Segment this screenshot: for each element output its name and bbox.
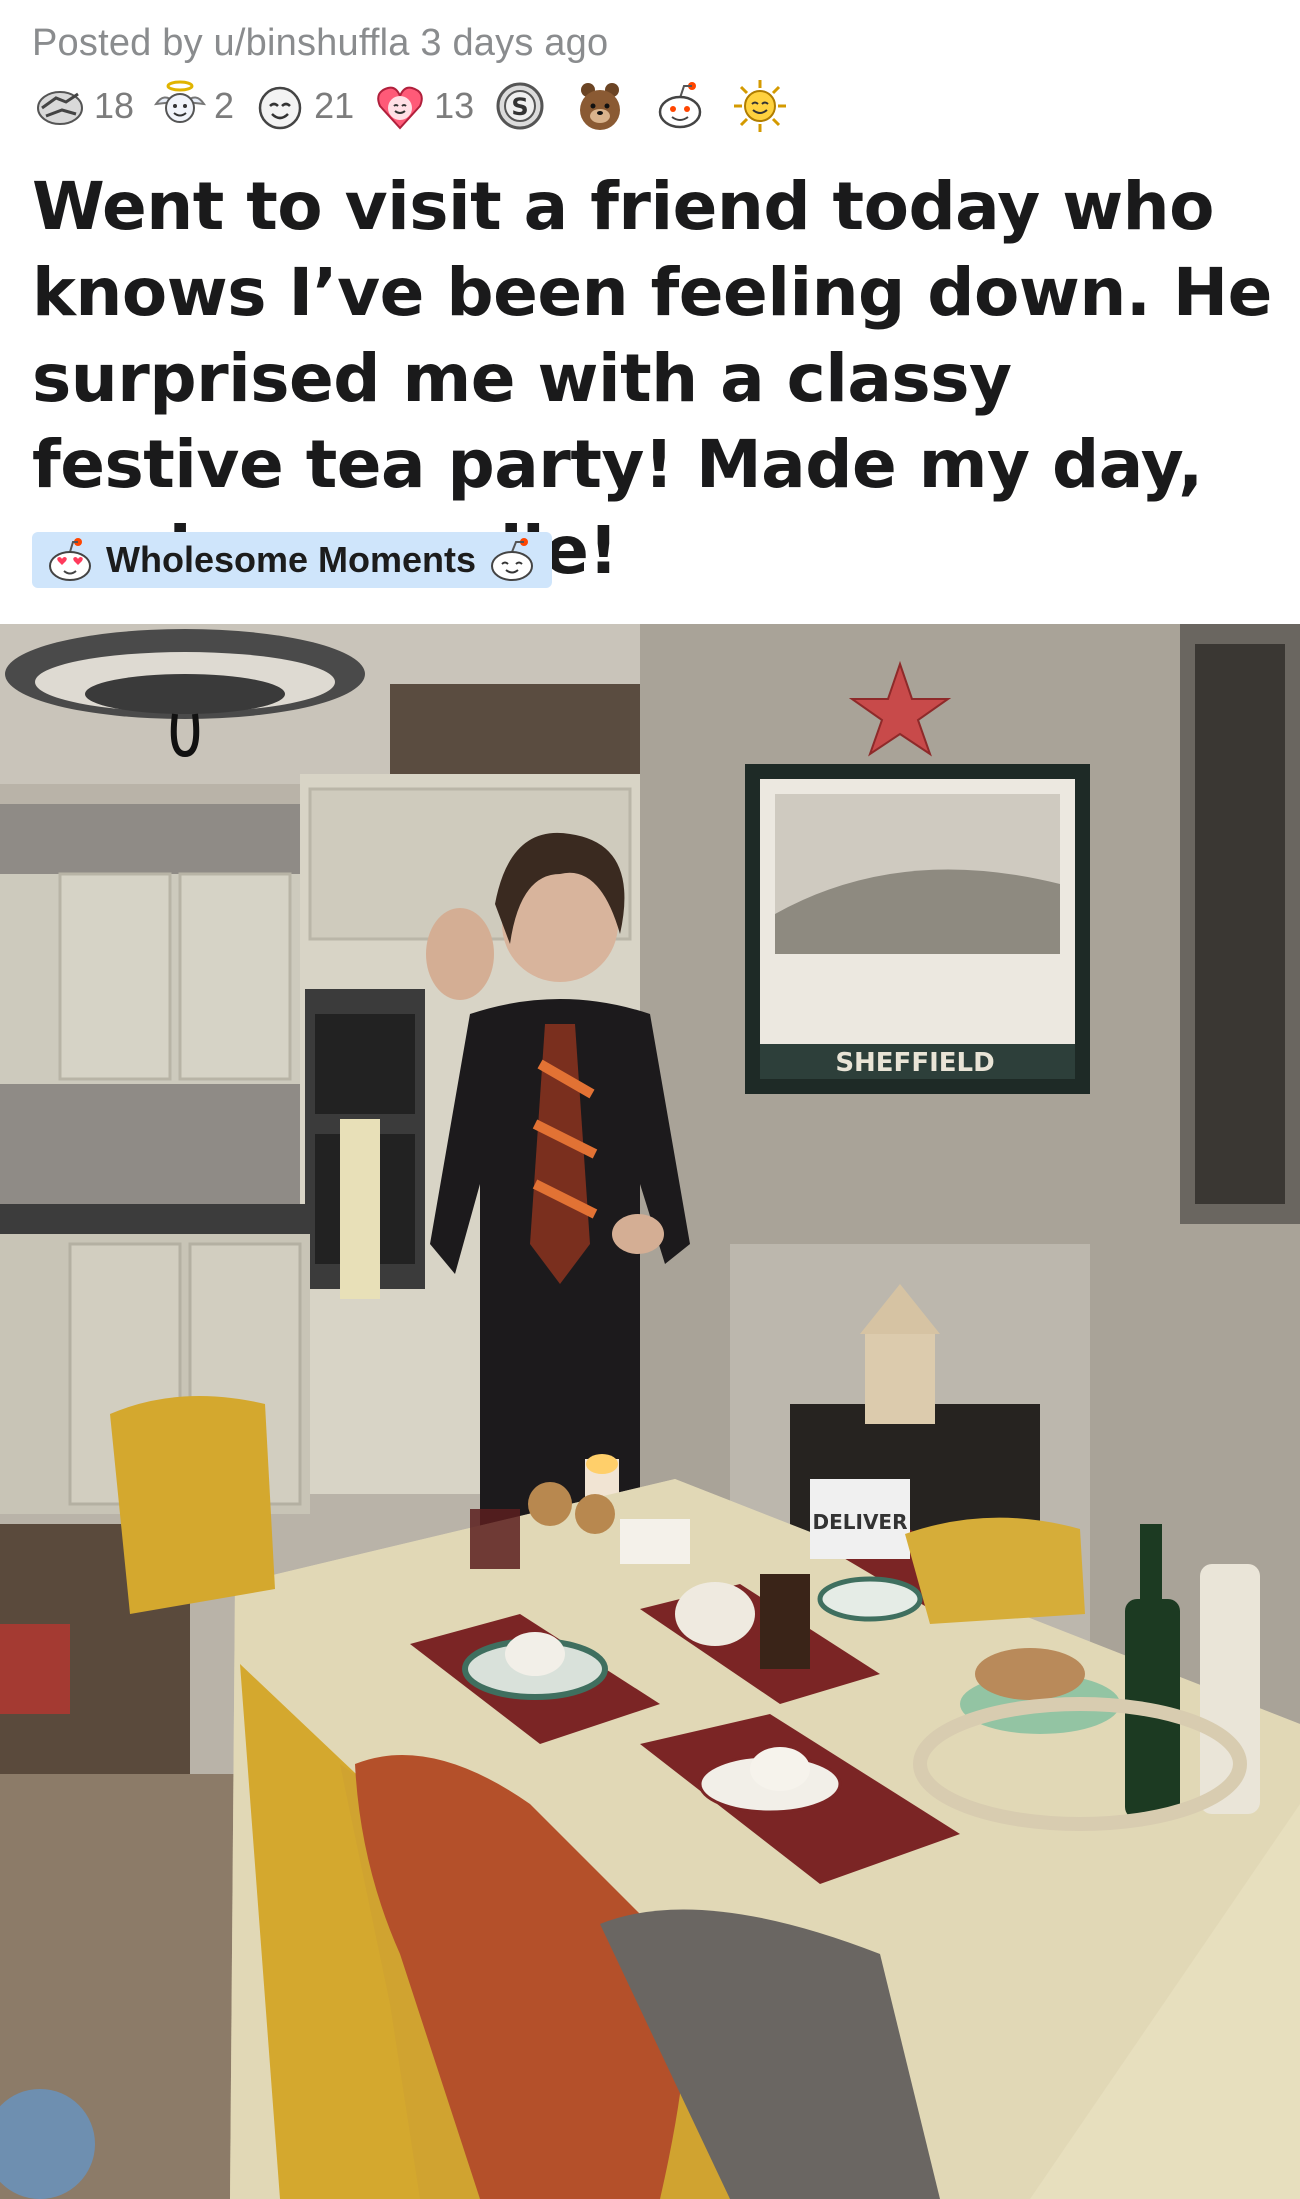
awards-bar[interactable]: 18 2 21 13 S xyxy=(32,76,812,136)
award-bear[interactable] xyxy=(572,78,634,134)
award-sun[interactable] xyxy=(732,78,794,134)
silver-award-icon: S xyxy=(496,82,544,130)
post-flair[interactable]: Wholesome Moments xyxy=(32,532,553,588)
bag-text: DELIVER xyxy=(813,1510,908,1534)
tea-party-photo: SHEFFIELD DELIVER xyxy=(0,624,1300,2199)
helpful-hands-icon xyxy=(37,91,83,125)
heart-eyes-snoo-icon xyxy=(49,538,91,581)
wholesome-award-icon xyxy=(258,86,302,130)
post-image[interactable]: SHEFFIELD DELIVER xyxy=(0,624,1300,2199)
angel-award-icon xyxy=(154,80,207,123)
award-count: 13 xyxy=(434,85,475,126)
poster-text: SHEFFIELD xyxy=(835,1048,994,1078)
award-helpful-hands[interactable]: 18 xyxy=(32,78,134,134)
award-snoo[interactable] xyxy=(652,78,714,134)
svg-text:S: S xyxy=(512,93,529,121)
award-heart-eyes[interactable]: 13 xyxy=(372,78,474,134)
heart-eyes-icon xyxy=(377,86,423,130)
sun-award-icon xyxy=(734,80,787,132)
post-meta[interactable]: Posted by u/binshuffla 3 days ago xyxy=(32,22,608,65)
award-wholesome[interactable]: 21 xyxy=(252,78,354,134)
bear-award-icon xyxy=(580,83,621,130)
award-silver[interactable]: S xyxy=(492,78,554,134)
award-count: 18 xyxy=(94,85,135,126)
snoo-award-icon xyxy=(658,82,702,129)
award-count: 21 xyxy=(314,85,355,126)
post-title[interactable]: Went to visit a friend today who knows I… xyxy=(32,164,1272,594)
award-count: 2 xyxy=(214,85,235,126)
wholesome-snoo-icon xyxy=(491,538,534,581)
award-angel[interactable]: 2 xyxy=(152,78,234,134)
flair-label: Wholesome Moments xyxy=(106,539,477,580)
